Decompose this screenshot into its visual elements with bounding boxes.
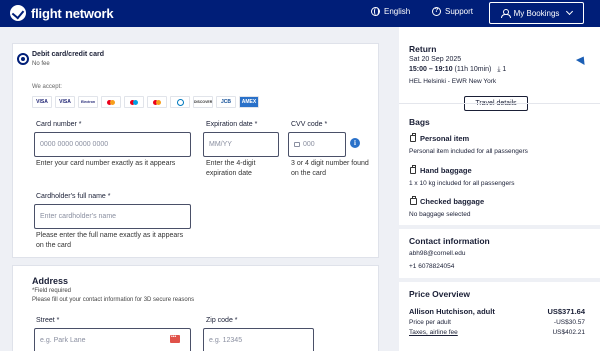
checked-baggage-title: Checked baggage — [420, 197, 485, 206]
street-input[interactable]: e.g. Park Lane — [34, 328, 191, 351]
visa-debit-logo: VISA — [55, 96, 75, 108]
cvv-placeholder: 000 — [303, 141, 315, 148]
cvv-help: 3 or 4 digit number found on the card — [291, 160, 369, 177]
price-overview-title: Price Overview — [409, 289, 470, 299]
divider — [399, 103, 600, 104]
support-link[interactable]: ? Support — [432, 7, 473, 16]
cardholder-help: Please enter the full name exactly as it… — [36, 232, 184, 249]
card-payment-radio[interactable] — [17, 53, 29, 65]
return-stops: 1 — [502, 66, 507, 73]
price-per-adult-label: Price per adult — [409, 319, 451, 326]
checkmark-logo-icon — [10, 5, 26, 21]
return-route: HEL Helsinki - EWR New York — [409, 78, 497, 85]
passenger-total: US$371.64 — [547, 307, 585, 316]
cardholder-label: Cardholder's full name * — [36, 193, 111, 200]
contact-email: abh98@cornell.edu — [409, 250, 466, 257]
question-icon: ? — [432, 7, 441, 16]
cardholder-input[interactable]: Enter cardholder's name — [34, 204, 191, 229]
return-times-row: 15:00 – 19:10 (11h 10min) ⤓ 1 — [409, 66, 506, 74]
field-required-note: *Field required — [32, 288, 72, 294]
passenger-name: Allison Hutchison, adult — [409, 307, 495, 316]
airline-logo-icon — [577, 56, 587, 63]
support-label: Support — [445, 7, 474, 16]
chevron-down-icon — [566, 7, 574, 16]
globe-icon — [371, 7, 380, 16]
payment-method-card: Debit card/credit card No fee We accept:… — [12, 43, 379, 258]
section-divider — [399, 278, 600, 282]
hand-baggage-desc: 1 x 10 kg included for all passengers — [409, 180, 515, 187]
personal-item-title: Personal item — [420, 134, 470, 143]
mastercard-logo — [101, 96, 121, 108]
checked-baggage-icon — [410, 196, 417, 205]
jcb-logo: JCB — [216, 96, 236, 108]
booking-summary-sidebar: Return Sat 20 Sep 2025 15:00 – 19:10 (11… — [399, 27, 600, 351]
section-divider — [399, 225, 600, 229]
info-icon[interactable]: i — [350, 138, 360, 148]
card-number-input[interactable]: 0000 0000 0000 0000 — [34, 132, 191, 157]
maestro-logo — [124, 96, 144, 108]
price-per-adult-value: -US$30.57 — [553, 319, 585, 326]
user-icon — [500, 9, 511, 18]
taxes-value: US$402.21 — [552, 329, 585, 336]
checked-baggage-desc: No baggage selected — [409, 211, 471, 218]
cvv-label: CVV code * — [291, 121, 328, 128]
visa-electron-logo: Electron — [78, 96, 98, 108]
lock-icon — [294, 142, 300, 147]
brand-logo[interactable]: flight network — [10, 5, 114, 21]
autofill-icon[interactable] — [170, 334, 180, 343]
personal-item-desc: Personal item included for all passenger… — [409, 148, 528, 155]
taxes-link[interactable]: Taxes, airline fee — [409, 329, 458, 336]
my-bookings-button[interactable]: My Bookings — [489, 2, 584, 24]
card-number-label: Card number * — [36, 121, 82, 128]
return-title: Return — [409, 44, 437, 54]
language-selector[interactable]: English — [371, 7, 410, 16]
contact-phone: +1 6078824054 — [409, 263, 455, 270]
visa-logo: VISA — [32, 96, 52, 108]
zip-label: Zip code * — [206, 317, 238, 324]
we-accept-label: We accept: — [32, 84, 62, 90]
zip-input[interactable]: e.g. 12345 — [203, 328, 314, 351]
contact-title: Contact information — [409, 236, 490, 246]
cvv-input[interactable]: 000 — [288, 132, 346, 157]
my-bookings-label: My Bookings — [513, 8, 560, 18]
expiration-label: Expiration date * — [206, 121, 258, 128]
mastercard-debit-logo — [147, 96, 167, 108]
address-card: Address *Field required Please fill out … — [12, 265, 379, 351]
return-date: Sat 20 Sep 2025 — [409, 56, 462, 63]
hand-baggage-title: Hand baggage — [420, 166, 472, 175]
language-label: English — [384, 7, 411, 16]
hand-baggage-icon — [410, 165, 416, 174]
bags-title: Bags — [409, 117, 430, 127]
return-duration: (11h 10min) — [454, 66, 492, 73]
stops-icon: ⤓ — [497, 66, 501, 73]
address-title: Address — [32, 276, 69, 286]
top-navigation-bar: flight network English ? Support My Book… — [0, 0, 600, 27]
amex-logo: AMEX — [239, 96, 259, 108]
expiration-help: Enter the 4-digit expiration date — [206, 160, 256, 177]
payment-method-fee: No fee — [32, 61, 50, 67]
address-info-note: Please fill out your contact information… — [32, 297, 195, 303]
expiration-input[interactable]: MM/YY — [203, 132, 279, 157]
diners-club-logo — [170, 96, 190, 108]
personal-item-icon — [410, 133, 416, 142]
discover-logo: DISCOVER — [193, 96, 213, 108]
card-number-help: Enter your card number exactly as it app… — [36, 160, 176, 167]
return-times: 15:00 – 19:10 — [409, 66, 453, 73]
accepted-cards-row: VISA VISA Electron DISCOVER JCB AMEX — [32, 96, 259, 108]
brand-name: flight network — [31, 5, 114, 21]
street-label: Street * — [36, 317, 60, 324]
payment-method-title: Debit card/credit card — [32, 51, 104, 58]
